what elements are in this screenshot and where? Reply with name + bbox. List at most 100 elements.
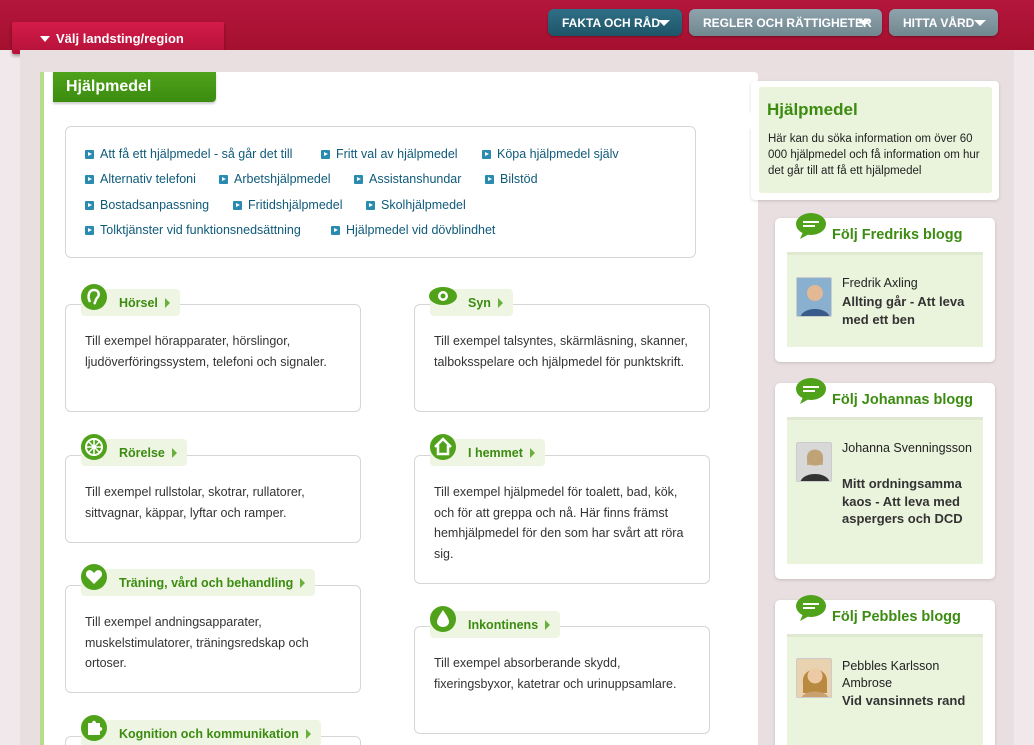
nav-regler-och-rattigheter[interactable]: REGLER OCH RÄTTIGHETER: [689, 9, 882, 36]
link-skolhjalpmedel[interactable]: Skolhjälpmedel: [366, 198, 466, 212]
link-text: Bostadsanpassning: [100, 198, 210, 212]
speech-bubble-icon: [796, 595, 826, 621]
category-description: Till exempel andningsapparater, muskelst…: [85, 615, 309, 670]
chevron-down-icon: [974, 20, 986, 26]
house-icon: [430, 434, 456, 460]
chevron-right-icon: [529, 448, 535, 458]
link-fritt-val[interactable]: Fritt val av hjälpmedel: [321, 147, 458, 161]
link-kopa-sjalv[interactable]: Köpa hjälpmedel själv: [482, 147, 619, 161]
category-tab-i-hemmet[interactable]: I hemmet: [430, 434, 545, 466]
eye-icon: [429, 287, 457, 305]
avatar: [796, 442, 832, 482]
avatar: [796, 277, 832, 317]
bullet-arrow-icon: [366, 200, 375, 210]
link-arbetshjalpmedel[interactable]: Arbetshjälpmedel: [219, 172, 331, 186]
category-description: Till exempel talsyntes, skärmläsning, sk…: [434, 334, 688, 369]
bullet-arrow-icon: [331, 225, 340, 235]
nav-label: HITTA VÅRD: [903, 15, 975, 30]
page-title: Hjälpmedel: [53, 72, 216, 102]
category-tab-traning[interactable]: Träning, vård och behandling: [81, 564, 316, 596]
blog-card-fredrik[interactable]: Följ Fredriks blogg Fredrik Axling Allti…: [775, 213, 995, 362]
blog-author: Pebbles Karlsson Ambrose: [842, 659, 940, 690]
category-tab-horsel[interactable]: Hörsel: [81, 284, 180, 316]
puzzle-icon: [81, 715, 107, 741]
chevron-right-icon: [171, 448, 177, 458]
blog-author: Johanna Svenningsson: [842, 441, 972, 455]
category-card-horsel[interactable]: Till exempel hörapparater, hörslingor, l…: [65, 304, 361, 412]
bullet-arrow-icon: [485, 174, 494, 184]
chevron-right-icon: [300, 578, 306, 588]
nav-hitta-vard[interactable]: HITTA VÅRD: [889, 9, 998, 36]
category-title: Inkontinens: [468, 617, 539, 632]
speech-bubble-icon: [796, 213, 826, 239]
region-select-label: Välj landsting/region: [56, 30, 184, 46]
blog-post-title[interactable]: Allting går - Att leva med ett ben: [842, 293, 982, 328]
category-description: Till exempel rullstolar, skotrar, rullat…: [85, 485, 305, 520]
blog-card-johanna[interactable]: Följ Johannas blogg Johanna Svenningsson…: [775, 378, 995, 579]
link-text: Fritidshjälpmedel: [248, 198, 343, 212]
link-text: Att få ett hjälpmedel - så går det till: [100, 147, 293, 161]
blog-header: Följ Johannas blogg: [832, 392, 973, 408]
category-title: Rörelse: [119, 445, 165, 460]
category-description: Till exempel hjälpmedel för toalett, bad…: [434, 485, 684, 561]
blog-post-title[interactable]: Mitt ordningsamma kaos - Att leva med as…: [842, 475, 982, 528]
page-title-text: Hjälpmedel: [66, 78, 152, 95]
blog-post-title[interactable]: Vid vansinnets rand: [842, 692, 982, 710]
ear-icon: [81, 284, 107, 310]
link-text: Tolktjänster vid funktionsnedsättning: [100, 223, 301, 237]
category-card-traning[interactable]: Till exempel andningsapparater, muskelst…: [65, 585, 361, 693]
link-bilstod[interactable]: Bilstöd: [485, 172, 538, 186]
link-text: Arbetshjälpmedel: [234, 172, 331, 186]
info-box-text: Här kan du söka information om över 60 0…: [768, 133, 980, 177]
chevron-right-icon: [497, 298, 503, 308]
link-dovblindhet[interactable]: Hjälpmedel vid dövblindhet: [331, 223, 495, 237]
link-tolktjanster[interactable]: Tolktjänster vid funktionsnedsättning: [85, 223, 301, 237]
wheel-icon: [81, 434, 107, 460]
category-card-rorelse[interactable]: Till exempel rullstolar, skotrar, rullat…: [65, 455, 361, 543]
blog-card-pebbles[interactable]: Följ Pebbles blogg Pebbles Karlsson Ambr…: [775, 595, 995, 745]
bullet-arrow-icon: [85, 174, 94, 184]
link-text: Köpa hjälpmedel själv: [497, 147, 619, 161]
blog-separator: [787, 417, 983, 420]
link-att-fa-hjalpmedel[interactable]: Att få ett hjälpmedel - så går det till: [85, 147, 292, 161]
bullet-arrow-icon: [482, 149, 491, 159]
link-alternativ-telefoni[interactable]: Alternativ telefoni: [85, 172, 196, 186]
bullet-arrow-icon: [85, 200, 94, 210]
category-tab-kognition[interactable]: Kognition och kommunikation: [81, 715, 321, 745]
bullet-arrow-icon: [233, 200, 242, 210]
bullet-arrow-icon: [219, 174, 228, 184]
link-text: Assistanshundar: [369, 172, 462, 186]
link-text: Skolhjälpmedel: [381, 198, 466, 212]
category-title: I hemmet: [468, 445, 523, 460]
blog-separator: [787, 634, 983, 637]
category-card-i-hemmet[interactable]: Till exempel hjälpmedel för toalett, bad…: [414, 455, 710, 584]
chevron-down-icon: [40, 36, 50, 42]
blog-author: Fredrik Axling: [842, 276, 918, 290]
link-bostadsanpassning[interactable]: Bostadsanpassning: [85, 198, 209, 212]
drop-icon: [430, 606, 456, 632]
link-assistanshundar[interactable]: Assistanshundar: [354, 172, 461, 186]
bullet-arrow-icon: [85, 149, 94, 159]
category-description: Till exempel hörapparater, hörslingor, l…: [85, 334, 327, 369]
bullet-arrow-icon: [354, 174, 363, 184]
bullet-arrow-icon: [321, 149, 330, 159]
chevron-right-icon: [305, 729, 311, 739]
category-card-syn[interactable]: Till exempel talsyntes, skärmläsning, sk…: [414, 304, 710, 412]
nav-fakta-och-rad[interactable]: FAKTA OCH RÅD: [548, 9, 682, 36]
link-fritidshjalpmedel[interactable]: Fritidshjälpmedel: [233, 198, 342, 212]
link-text: Bilstöd: [500, 172, 538, 186]
blog-header: Följ Fredriks blogg: [832, 227, 963, 243]
blog-separator: [787, 252, 983, 255]
blog-header: Följ Pebbles blogg: [832, 609, 961, 625]
link-text: Fritt val av hjälpmedel: [336, 147, 458, 161]
chevron-down-icon: [858, 20, 870, 26]
category-tab-rorelse[interactable]: Rörelse: [81, 434, 187, 466]
speech-bubble-icon: [796, 378, 826, 404]
category-tab-syn[interactable]: Syn: [429, 287, 513, 316]
category-tab-inkontinens[interactable]: Inkontinens: [430, 606, 561, 638]
heart-pulse-icon: [81, 564, 107, 590]
nav-label: REGLER OCH RÄTTIGHETER: [703, 15, 872, 30]
info-box-title: Hjälpmedel: [767, 100, 858, 119]
category-title: Syn: [468, 295, 491, 310]
category-card-inkontinens[interactable]: Till exempel absorberande skydd, fixerin…: [414, 626, 710, 734]
